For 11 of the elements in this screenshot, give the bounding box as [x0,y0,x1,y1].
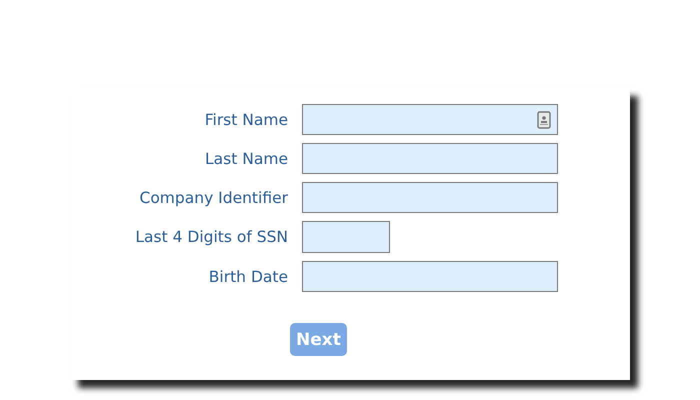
field-label: Company Identifier [138,188,288,206]
input-field[interactable] [302,261,558,292]
field-label: Last 4 Digits of SSN [134,228,288,246]
field-label: First Name [204,110,288,128]
field-label: Last Name [204,150,288,168]
input-field[interactable] [302,104,558,135]
contact-card-icon[interactable] [537,110,551,128]
field-label: Birth Date [208,268,288,286]
input-field[interactable] [302,221,390,253]
input-field[interactable] [302,182,558,213]
input-field[interactable] [302,143,558,174]
